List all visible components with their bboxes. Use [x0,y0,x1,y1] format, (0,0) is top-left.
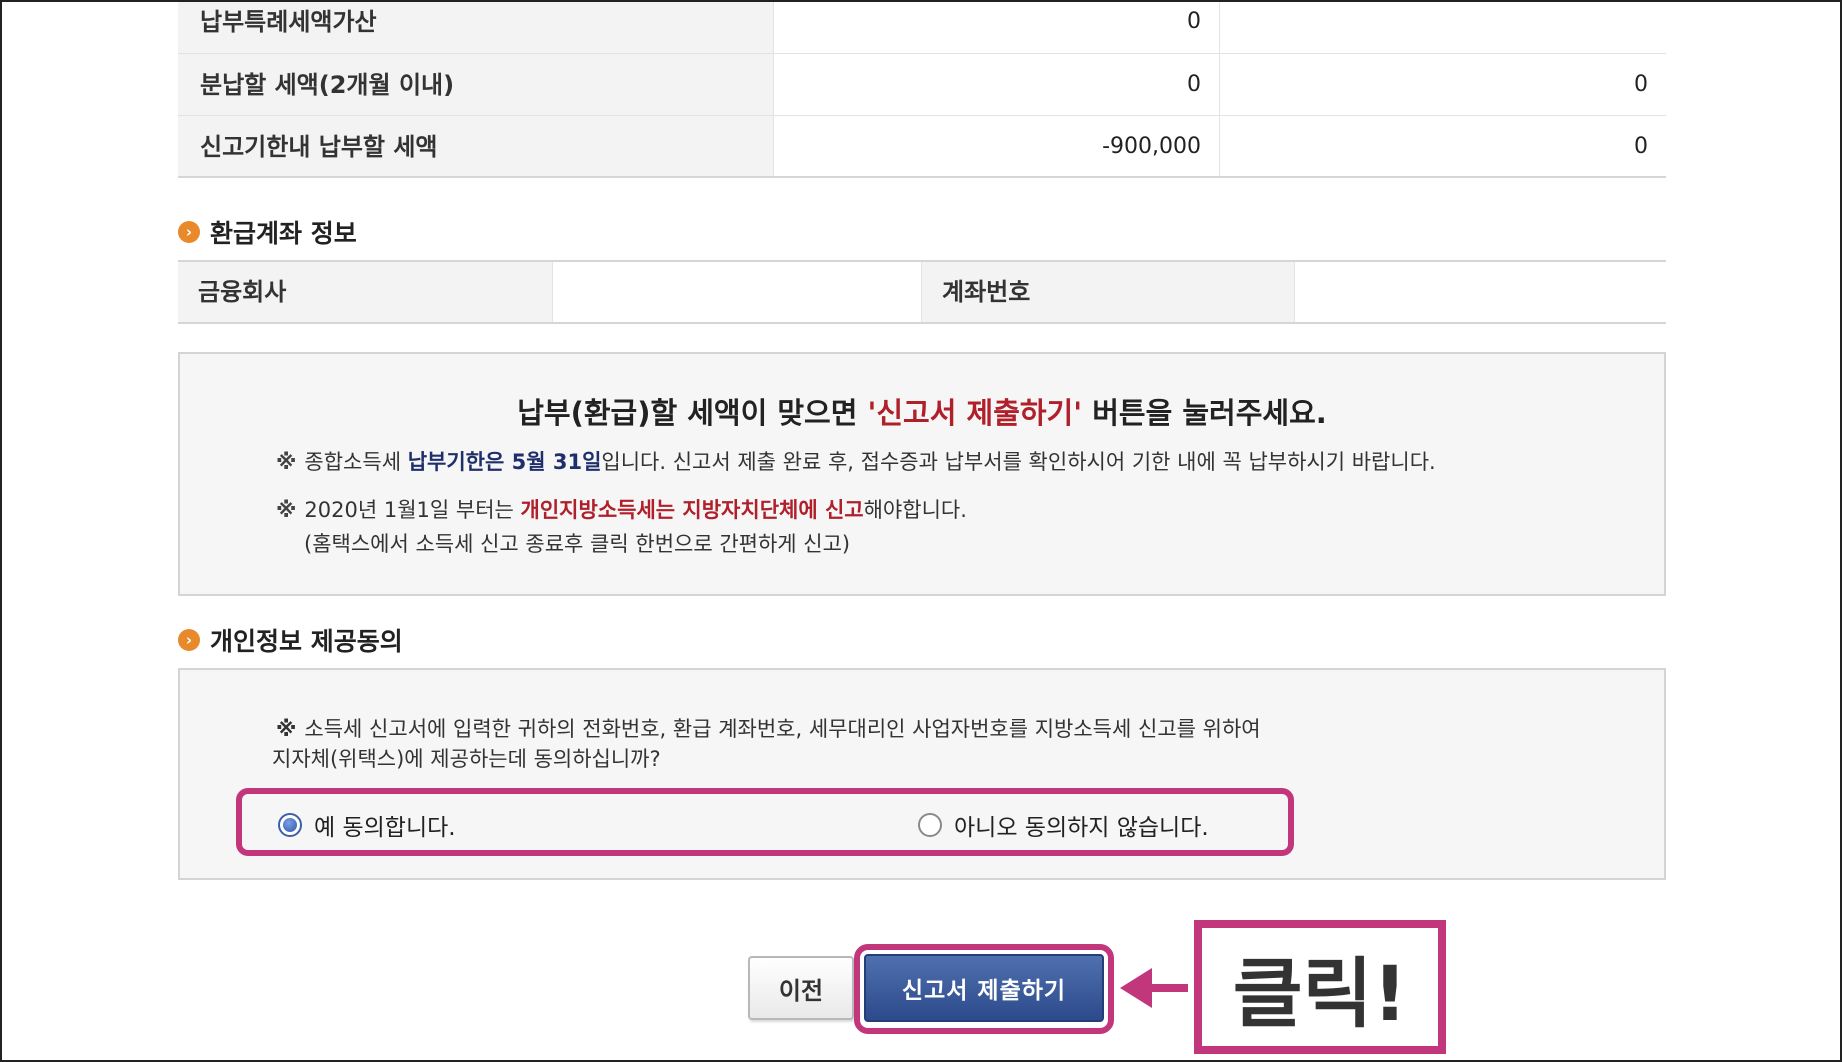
bank-value [552,262,922,322]
notice-note-local-tax: ※ 2020년 1월1일 부터는 개인지방소득세는 지방자치단체에 신고해야합니다… [276,494,967,524]
account-value [1294,262,1666,322]
prev-button[interactable]: 이전 [748,956,854,1020]
consent-text: ※ 소득세 신고서에 입력한 귀하의 전화번호, 환급 계좌번호, 세무대리인 사… [272,714,1261,774]
row-value [1220,2,1666,53]
row-value: 0 [1634,72,1648,97]
row-value: 0 [1634,134,1648,159]
asterisk-icon: ※ [276,498,297,522]
consent-text-line: 소득세 신고서에 입력한 귀하의 전화번호, 환급 계좌번호, 세무대리인 사업… [304,717,1261,741]
arrow-shaft [1150,984,1188,992]
arrow-left-icon [1120,968,1152,1008]
notice-box: 납부(환급)할 세액이 맞으면 '신고서 제출하기' 버튼을 눌러주세요. ※ 종… [178,352,1666,596]
row-label: 납부특례세액가산 [178,2,774,53]
consent-text-line: 지자체(위택스)에 제공하는데 동의하십니까? [272,747,661,771]
notice-note-deadline: ※ 종합소득세 납부기한은 5월 31일입니다. 신고서 제출 완료 후, 접수증… [276,446,1436,476]
notice-heading-highlight: '신고서 제출하기' [867,396,1083,430]
section-title-text: 개인정보 제공동의 [210,627,403,656]
table-row: 납부특례세액가산 0 [178,2,1666,54]
account-label: 계좌번호 [922,262,1294,322]
notice-heading: 납부(환급)할 세액이 맞으면 '신고서 제출하기' 버튼을 눌러주세요. [180,390,1664,432]
refund-account-table: 금융회사 계좌번호 [178,260,1666,324]
chevron-right-icon: › [178,221,200,243]
asterisk-icon: ※ [276,717,297,741]
click-callout: 클릭! [1194,920,1446,1054]
note-emphasis: 납부기한은 5월 31일 [407,450,602,474]
row-value: 0 [774,54,1220,115]
row-value: -900,000 [774,116,1220,176]
notice-heading-text: 납부(환급)할 세액이 맞으면 [517,396,868,430]
note-emphasis: 개인지방소득세는 지방자치단체에 신고 [520,498,864,522]
row-label: 분납할 세액(2개월 이내) [178,54,774,115]
consent-section-title: › 개인정보 제공동의 [178,622,403,658]
note-text: 2020년 1월1일 부터는 [304,498,521,522]
section-title-text: 환급계좌 정보 [210,219,357,248]
row-value: 0 [774,2,1220,53]
tax-summary-table: 납부특례세액가산 0 분납할 세액(2개월 이내) 0 0 신고기한내 납부할 … [178,2,1666,178]
notice-note-hometax: (홈택스에서 소득세 신고 종료후 클릭 한번으로 간편하게 신고) [304,532,851,556]
submit-report-button[interactable]: 신고서 제출하기 [864,954,1104,1022]
chevron-right-icon: › [178,629,200,651]
bank-label: 금융회사 [178,262,552,322]
row-label: 신고기한내 납부할 세액 [178,116,774,176]
asterisk-icon: ※ [276,450,297,474]
note-text: 해야합니다. [863,498,967,522]
radio-highlight-frame [236,788,1294,856]
note-text: 종합소득세 [304,450,408,474]
table-row: 신고기한내 납부할 세액 -900,000 0 [178,116,1666,178]
refund-section-title: › 환급계좌 정보 [178,214,357,250]
table-row: 분납할 세액(2개월 이내) 0 0 [178,54,1666,116]
note-text: 입니다. 신고서 제출 완료 후, 접수증과 납부서를 확인하시어 기한 내에 … [601,450,1436,474]
notice-heading-text: 버튼을 눌러주세요. [1082,396,1327,430]
